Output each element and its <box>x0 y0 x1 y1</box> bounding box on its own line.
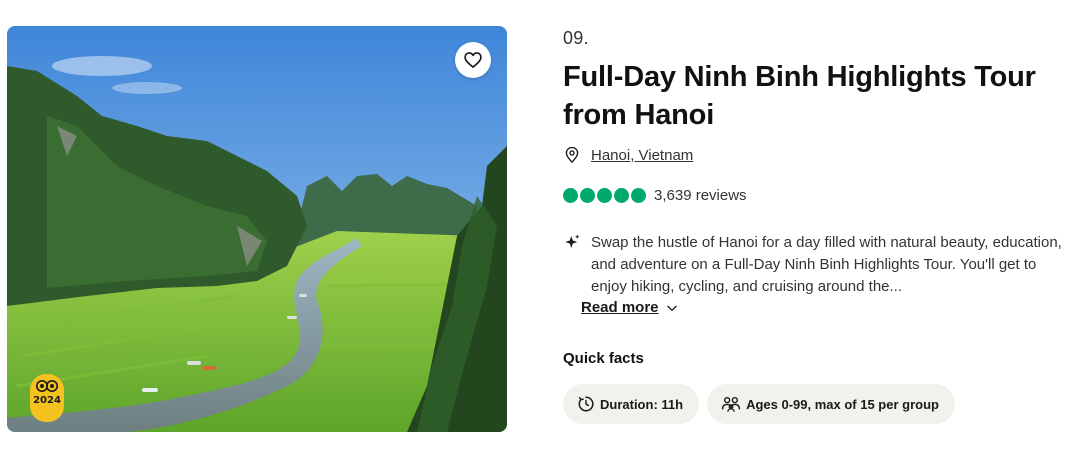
map-pin-icon <box>565 146 579 163</box>
listing-photo[interactable] <box>7 26 507 432</box>
rating-bubble-icon <box>614 188 629 203</box>
location-row: Hanoi, Vietnam <box>563 146 1063 164</box>
sparkle-icon <box>565 234 580 248</box>
read-more-label: Read more <box>581 299 659 316</box>
duration-label: Duration: 11h <box>600 396 684 412</box>
badge-year: 2024 <box>33 395 61 406</box>
summary-text: Swap the hustle of Hanoi for a day fille… <box>591 234 1062 295</box>
rating-bubble-icon <box>597 188 612 203</box>
rating-bubble-icon <box>580 188 595 203</box>
favorite-button[interactable] <box>455 42 491 78</box>
ninh-binh-landscape-image <box>7 26 507 432</box>
listing-rank: 09. <box>563 28 589 48</box>
group-size-label: Ages 0-99, max of 15 per group <box>746 396 939 412</box>
read-more-button[interactable]: Read more <box>581 299 679 316</box>
owl-icon <box>36 380 58 392</box>
ai-summary: Swap the hustle of Hanoi for a day fille… <box>563 232 1063 317</box>
heart-icon <box>464 52 482 68</box>
rating-bubbles <box>563 188 646 203</box>
location-link[interactable]: Hanoi, Vietnam <box>591 147 693 164</box>
quick-facts-heading: Quick facts <box>563 350 644 367</box>
chevron-down-icon <box>666 305 677 311</box>
rating-row[interactable]: 3,639 reviews <box>563 187 1063 204</box>
rating-bubble-icon <box>563 188 578 203</box>
rating-bubble-icon <box>631 188 646 203</box>
review-count[interactable]: 3,639 reviews <box>654 187 747 204</box>
clock-icon <box>578 396 594 412</box>
people-icon <box>721 396 741 412</box>
group-size-chip[interactable]: Ages 0-99, max of 15 per group <box>707 384 955 424</box>
listing-title[interactable]: Full-Day Ninh Binh Highlights Tour from … <box>563 58 1063 134</box>
duration-chip[interactable]: Duration: 11h <box>563 384 700 424</box>
travelers-choice-badge: 2024 <box>30 374 64 422</box>
listing-info: 09. Full-Day Ninh Binh Highlights Tour f… <box>563 28 1063 424</box>
quick-facts-chips: Duration: 11h Ages 0-99, max of 15 per g… <box>563 384 1063 424</box>
